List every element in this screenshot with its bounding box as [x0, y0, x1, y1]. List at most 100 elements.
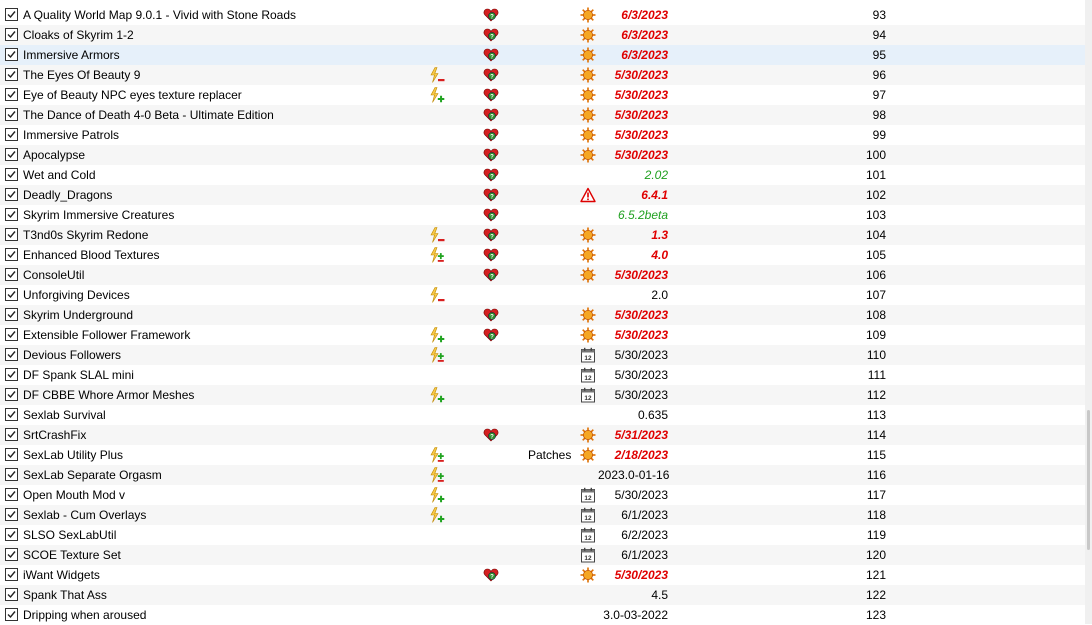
mod-row[interactable]: A Quality World Map 9.0.1 - Vivid with S…	[0, 5, 1085, 25]
mod-enabled-checkbox[interactable]	[5, 388, 18, 401]
mod-row[interactable]: iWant Widgets? 5/30/2023 121	[0, 565, 1085, 585]
mod-name: Sexlab - Cum Overlays	[23, 508, 147, 522]
mod-enabled-checkbox[interactable]	[5, 448, 18, 461]
mod-row[interactable]: Devious Followers 12 5/30/2023 110	[0, 345, 1085, 365]
mod-enabled-checkbox[interactable]	[5, 68, 18, 81]
mod-name: Immersive Patrols	[23, 128, 120, 142]
mod-flags	[428, 585, 450, 605]
mod-row[interactable]: Sexlab - Cum Overlays 12 6/1/2023 118	[0, 505, 1085, 525]
mod-row[interactable]: SexLab Utility Plus Patches 2/18/2023 115	[0, 445, 1085, 465]
mod-conflicts: ?	[483, 85, 501, 105]
mod-priority: 108	[865, 308, 886, 322]
svg-text:?: ?	[490, 434, 494, 440]
mod-enabled-checkbox[interactable]	[5, 88, 18, 101]
mod-version: 5/30/2023	[614, 268, 668, 282]
mod-row[interactable]: Cloaks of Skyrim 1-2? 6/3/2023 94	[0, 25, 1085, 45]
mod-enabled-checkbox[interactable]	[5, 248, 18, 261]
mod-row[interactable]: Deadly_Dragons? 6.4.1 102	[0, 185, 1085, 205]
svg-text:?: ?	[490, 114, 494, 120]
mod-flags	[428, 125, 450, 145]
mod-enabled-checkbox[interactable]	[5, 48, 18, 61]
mod-enabled-checkbox[interactable]	[5, 328, 18, 341]
mod-enabled-checkbox[interactable]	[5, 588, 18, 601]
mod-enabled-checkbox[interactable]	[5, 228, 18, 241]
mod-row[interactable]: SCOE Texture Set 12 6/1/2023 120	[0, 545, 1085, 565]
mod-row[interactable]: Eye of Beauty NPC eyes texture replacer?…	[0, 85, 1085, 105]
mod-row[interactable]: Immersive Armors? 6/3/2023 95	[0, 45, 1085, 65]
mod-conflicts: ?	[483, 125, 501, 145]
mod-priority: 102	[865, 188, 886, 202]
mod-row[interactable]: Enhanced Blood Textures? 4.0 105	[0, 245, 1085, 265]
mod-enabled-checkbox[interactable]	[5, 268, 18, 281]
mod-row[interactable]: Apocalypse? 5/30/2023 100	[0, 145, 1085, 165]
svg-text:?: ?	[490, 574, 494, 580]
mod-list[interactable]: A Quality World Map 9.0.1 - Vivid with S…	[0, 0, 1092, 624]
mod-enabled-checkbox[interactable]	[5, 8, 18, 21]
mod-enabled-checkbox[interactable]	[5, 608, 18, 621]
mod-enabled-checkbox[interactable]	[5, 168, 18, 181]
mod-conflicts: ?	[483, 185, 501, 205]
mod-enabled-checkbox[interactable]	[5, 28, 18, 41]
mod-name: Deadly_Dragons	[23, 188, 113, 202]
mod-row[interactable]: SLSO SexLabUtil 12 6/2/2023 119	[0, 525, 1085, 545]
mod-priority: 121	[865, 568, 886, 582]
mod-version: 5/30/2023	[614, 128, 668, 142]
mod-enabled-checkbox[interactable]	[5, 308, 18, 321]
mod-row[interactable]: T3nd0s Skyrim Redone? 1.3 104	[0, 225, 1085, 245]
mod-row[interactable]: Sexlab Survival 0.635 113	[0, 405, 1085, 425]
mod-row[interactable]: Skyrim Immersive Creatures? 6.5.2beta 103	[0, 205, 1085, 225]
mod-name: T3nd0s Skyrim Redone	[23, 228, 149, 242]
mod-name: SCOE Texture Set	[23, 548, 121, 562]
mod-row[interactable]: Spank That Ass 4.5 122	[0, 585, 1085, 605]
mod-enabled-checkbox[interactable]	[5, 128, 18, 141]
mod-version: 6/1/2023	[621, 508, 668, 522]
mod-row[interactable]: SexLab Separate Orgasm 2023.0-01-16 116	[0, 465, 1085, 485]
mod-enabled-checkbox[interactable]	[5, 108, 18, 121]
mod-row[interactable]: Dripping when aroused 3.0-03-2022 123	[0, 605, 1085, 625]
svg-text:12: 12	[584, 495, 592, 502]
mod-enabled-checkbox[interactable]	[5, 548, 18, 561]
mod-row[interactable]: DF CBBE Whore Armor Meshes 12 5/30/2023 112	[0, 385, 1085, 405]
svg-text:?: ?	[490, 274, 494, 280]
mod-name: Immersive Armors	[23, 48, 120, 62]
mod-version: 6.4.1	[641, 188, 668, 202]
mod-row[interactable]: Unforgiving Devices 2.0 107	[0, 285, 1085, 305]
mod-row[interactable]: Skyrim Underground? 5/30/2023 108	[0, 305, 1085, 325]
mod-priority: 105	[865, 248, 886, 262]
mod-row[interactable]: Wet and Cold? 2.02 101	[0, 165, 1085, 185]
mod-row[interactable]: The Dance of Death 4-0 Beta - Ultimate E…	[0, 105, 1085, 125]
mod-row[interactable]: Immersive Patrols? 5/30/2023 99	[0, 125, 1085, 145]
mod-row[interactable]: Extensible Follower Framework? 5/30/2023 1…	[0, 325, 1085, 345]
mod-version: 5/30/2023	[614, 488, 668, 502]
scrollbar-thumb[interactable]	[1087, 410, 1090, 550]
mod-enabled-checkbox[interactable]	[5, 368, 18, 381]
mod-enabled-checkbox[interactable]	[5, 508, 18, 521]
mod-enabled-checkbox[interactable]	[5, 468, 18, 481]
mod-enabled-checkbox[interactable]	[5, 568, 18, 581]
mod-enabled-checkbox[interactable]	[5, 488, 18, 501]
mod-row[interactable]: ConsoleUtil? 5/30/2023 106	[0, 265, 1085, 285]
mod-enabled-checkbox[interactable]	[5, 428, 18, 441]
vertical-scrollbar[interactable]	[1085, 0, 1092, 624]
mod-priority: 113	[866, 408, 886, 422]
svg-text:12: 12	[584, 375, 592, 382]
mod-version: 5/31/2023	[614, 428, 668, 442]
mod-row[interactable]: SrtCrashFix? 5/31/2023 114	[0, 425, 1085, 445]
svg-text:?: ?	[490, 94, 494, 100]
mod-enabled-checkbox[interactable]	[5, 348, 18, 361]
mod-enabled-checkbox[interactable]	[5, 188, 18, 201]
mod-enabled-checkbox[interactable]	[5, 408, 18, 421]
mod-flags	[428, 445, 450, 465]
mod-flags	[428, 225, 450, 245]
mod-enabled-checkbox[interactable]	[5, 288, 18, 301]
mod-version: 2/18/2023	[614, 448, 668, 462]
mod-conflicts: ?	[483, 425, 501, 445]
mod-version: 5/30/2023	[614, 368, 668, 382]
mod-row[interactable]: DF Spank SLAL mini 12 5/30/2023 111	[0, 365, 1085, 385]
mod-enabled-checkbox[interactable]	[5, 528, 18, 541]
mod-row[interactable]: Open Mouth Mod v 12 5/30/2023 117	[0, 485, 1085, 505]
mod-name: Sexlab Survival	[23, 408, 106, 422]
mod-row[interactable]: The Eyes Of Beauty 9? 5/30/2023 96	[0, 65, 1085, 85]
mod-enabled-checkbox[interactable]	[5, 148, 18, 161]
mod-enabled-checkbox[interactable]	[5, 208, 18, 221]
